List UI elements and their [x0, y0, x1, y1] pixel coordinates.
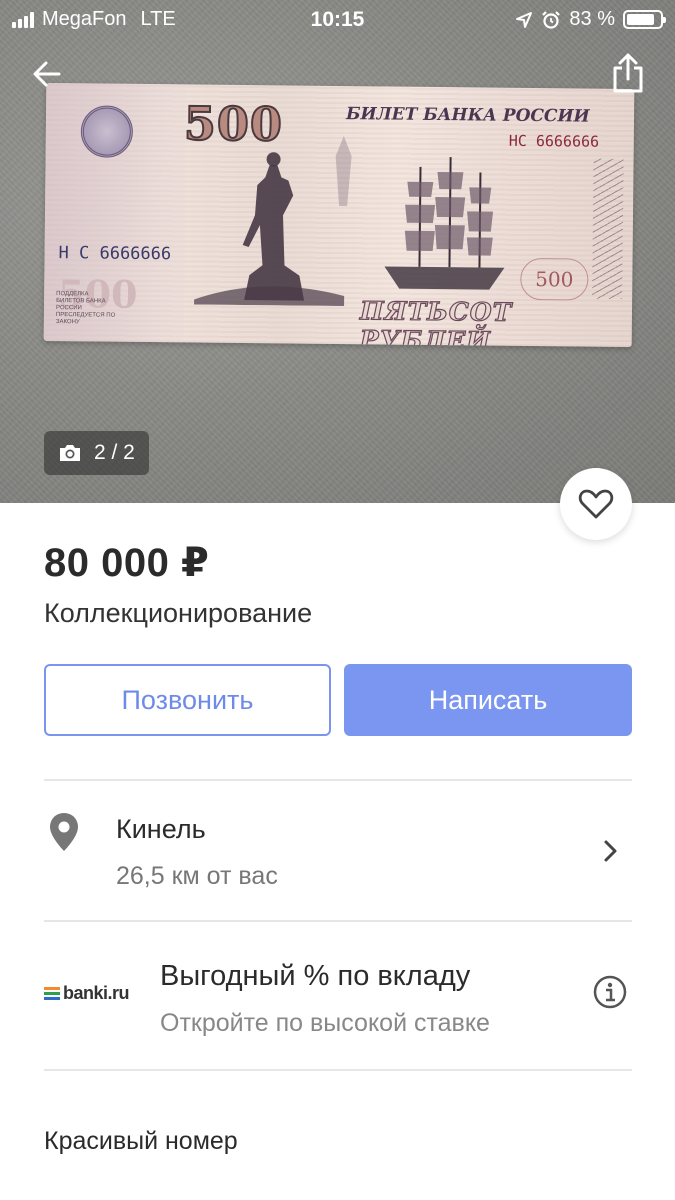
info-icon[interactable]	[593, 975, 627, 1009]
battery-icon	[623, 10, 666, 29]
banknote-hatch	[592, 158, 624, 299]
heart-icon	[578, 489, 614, 519]
photo-counter: 2 / 2	[44, 431, 149, 475]
banki-logo-mark	[44, 987, 60, 1000]
banki-logo: banki.ru	[44, 983, 130, 1004]
divider	[44, 920, 632, 922]
banknote-title: БИЛЕТ БАНКА РОССИИ	[345, 104, 590, 127]
banknote-words: ПЯТЬСОТ РУБЛЕЙ	[359, 296, 513, 348]
bank-emblem	[80, 105, 134, 158]
listing-description: Красивый номер	[44, 1127, 238, 1155]
banknote-fine-print: ПОДДЕЛКА БИЛЕТОВ БАНКА РОССИИ ПРЕСЛЕДУЕТ…	[55, 291, 116, 326]
banknote-image: 500 БИЛЕТ БАНКА РОССИИ НС 6666666 Н С 66…	[43, 82, 635, 348]
battery-percent: 83 %	[569, 8, 615, 30]
listing-category: Коллекционирование	[44, 598, 313, 628]
back-button[interactable]	[25, 52, 69, 96]
ad-title: Выгодный % по вкладу	[160, 960, 471, 992]
banknote-corner-denomination: 500	[520, 257, 589, 301]
location-arrow-icon	[516, 11, 533, 28]
banknote-scene	[194, 136, 505, 307]
ad-subtitle: Откройте по высокой ставке	[160, 1009, 490, 1037]
banki-logo-text: banki.ru	[63, 983, 130, 1003]
status-right: 83 %	[515, 8, 666, 31]
location-distance: 26,5 км от вас	[116, 862, 278, 890]
alarm-icon	[542, 10, 561, 29]
share-button[interactable]	[606, 51, 650, 95]
location-city: Кинель	[116, 814, 206, 844]
chevron-right-icon	[604, 840, 617, 862]
share-icon	[613, 53, 643, 93]
map-pin-icon	[50, 813, 78, 851]
call-button[interactable]: Позвонить	[44, 664, 331, 736]
banknote-serial: НС 6666666	[508, 131, 600, 151]
camera-icon	[60, 445, 80, 461]
status-bar: MegaFon LTE 10:15 83 %	[0, 0, 675, 38]
listing-price: 80 000 ₽	[44, 541, 210, 585]
photo-counter-text: 2 / 2	[94, 441, 135, 464]
arrow-left-icon	[33, 61, 61, 87]
write-button[interactable]: Написать	[344, 664, 632, 736]
banknote-serial-left: Н С 6666666	[58, 243, 172, 265]
favorite-button[interactable]	[560, 468, 632, 540]
battery-fill	[627, 14, 654, 25]
divider	[44, 1069, 632, 1071]
divider	[44, 779, 632, 781]
listing-photo[interactable]: 500 БИЛЕТ БАНКА РОССИИ НС 6666666 Н С 66…	[0, 0, 675, 503]
